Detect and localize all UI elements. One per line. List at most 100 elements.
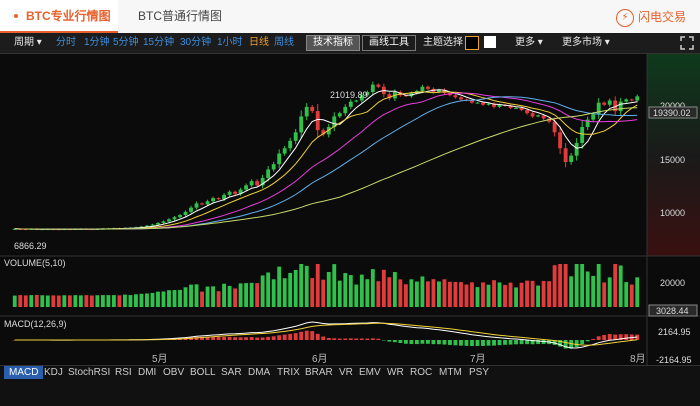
period-item[interactable]: 30分钟 — [180, 33, 211, 53]
macd-histogram-bar — [315, 333, 320, 340]
indicator-tab[interactable]: StochRSI — [68, 366, 110, 379]
candle-body — [635, 96, 640, 101]
period-menu[interactable]: 周期 ▾ — [14, 33, 42, 53]
candle-body — [227, 191, 232, 195]
indicator-tab[interactable]: VR — [339, 366, 353, 379]
candle-body — [624, 99, 629, 102]
month-label: 6月 — [312, 354, 328, 365]
tab-professional-chart[interactable]: BTC专业行情图 — [0, 0, 118, 33]
indicator-tab[interactable]: BOLL — [190, 366, 216, 379]
indicator-tab[interactable]: DMI — [138, 366, 156, 379]
candle-body — [607, 100, 612, 105]
indicator-tab[interactable]: WR — [387, 366, 404, 379]
period-item[interactable]: 5分钟 — [113, 33, 139, 53]
volume-bar — [514, 287, 518, 307]
volume-bar — [89, 295, 94, 307]
volume-bar — [189, 284, 193, 307]
period-item-selected[interactable]: 日线 — [249, 33, 269, 53]
macd-histogram-bar — [244, 337, 249, 340]
tech-indicators-button[interactable]: 技术指标 — [306, 35, 360, 51]
volume-bar — [392, 272, 397, 307]
period-item[interactable]: 1小时 — [217, 33, 243, 53]
macd-histogram-bar — [602, 334, 607, 340]
volume-bar — [304, 265, 309, 307]
macd-histogram-bar — [448, 340, 452, 345]
macd-histogram-bar — [459, 340, 463, 346]
volume-bar — [437, 281, 441, 307]
volume-bar — [332, 264, 337, 307]
draw-tools-button[interactable]: 画线工具 — [362, 35, 416, 51]
volume-bar — [183, 287, 188, 307]
volume-bar — [635, 277, 640, 307]
indicator-tab[interactable]: BRAR — [305, 366, 333, 379]
volume-bar — [464, 284, 469, 307]
theme-dark-swatch[interactable] — [465, 36, 479, 50]
macd-histogram-bar — [403, 340, 408, 344]
period-item[interactable]: 1分钟 — [84, 33, 110, 53]
macd-histogram-bar — [376, 338, 381, 340]
volume-bar — [260, 275, 265, 307]
candle-body — [161, 221, 166, 224]
volume-bar — [536, 285, 541, 307]
volume-bar — [78, 295, 83, 307]
volume-bar — [337, 280, 342, 307]
macd-histogram-bar — [420, 340, 425, 344]
price-tick-label: 10000 — [660, 208, 685, 218]
volume-bar — [150, 292, 155, 307]
period-item[interactable]: 分时 — [56, 33, 76, 53]
candle-body — [150, 224, 155, 226]
indicator-tab[interactable]: SAR — [221, 366, 242, 379]
volume-bar — [596, 264, 601, 307]
volume-bar — [117, 295, 122, 307]
macd-histogram-bar — [453, 340, 458, 346]
volume-bar — [194, 284, 199, 307]
volume-bar — [310, 278, 315, 307]
macd-histogram-bar — [343, 338, 348, 340]
ma-line — [14, 107, 638, 230]
macd-histogram-bar — [271, 336, 276, 340]
macd-histogram-bar — [624, 334, 629, 340]
indicator-tab[interactable]: DMA — [248, 366, 270, 379]
indicator-tab-selected[interactable]: MACD — [4, 366, 44, 379]
indicator-tab[interactable]: OBV — [163, 366, 184, 379]
candle-body — [288, 140, 293, 149]
indicator-tab[interactable]: ROC — [410, 366, 432, 379]
macd-histogram-bar — [425, 340, 430, 344]
macd-histogram-bar — [514, 340, 518, 345]
candle-body — [299, 116, 304, 133]
volume-bar — [503, 284, 507, 307]
lightning-trade-link[interactable]: ⚡ 闪电交易 — [615, 7, 686, 27]
more-markets-menu[interactable]: 更多市场 ▾ — [562, 33, 610, 53]
candlestick-chart: 20000 15000 10000 19390.02 21019.89 6866… — [0, 54, 700, 365]
chevron-down-icon: ▾ — [604, 37, 610, 48]
more-menu[interactable]: 更多 ▾ — [515, 33, 543, 53]
min-price-label: 6866.29 — [14, 241, 47, 251]
indicator-tab[interactable]: KDJ — [44, 366, 63, 379]
tab-professional-label: BTC专业行情图 — [26, 9, 111, 23]
fullscreen-icon[interactable] — [680, 36, 694, 50]
indicator-tab[interactable]: EMV — [359, 366, 381, 379]
tab-normal-chart[interactable]: BTC普通行情图 — [138, 0, 222, 33]
macd-histogram-bar — [293, 333, 298, 340]
macd-histogram-bar — [348, 338, 353, 340]
theme-select-label: 主题选择 — [423, 37, 463, 48]
more-menu-label: 更多 — [515, 37, 535, 48]
macd-histogram-bar — [470, 340, 474, 347]
volume-bar — [420, 276, 425, 307]
indicator-tab[interactable]: TRIX — [277, 366, 300, 379]
indicator-tab[interactable]: PSY — [469, 366, 489, 379]
indicator-tab[interactable]: MTM — [439, 366, 462, 379]
candle-body — [563, 148, 568, 163]
macd-histogram-bar — [519, 340, 524, 345]
period-item[interactable]: 15分钟 — [143, 33, 174, 53]
candle-body — [249, 181, 254, 186]
volume-last-label: 3028.44 — [656, 306, 689, 316]
candle-body — [376, 84, 381, 87]
candle-body — [156, 223, 160, 225]
macd-histogram-bar — [354, 338, 359, 340]
theme-light-swatch[interactable] — [484, 36, 496, 48]
macd-histogram-bar — [222, 336, 227, 340]
period-item[interactable]: 周线 — [274, 33, 294, 53]
indicator-tab[interactable]: RSI — [115, 366, 132, 379]
volume-bar — [62, 295, 67, 307]
